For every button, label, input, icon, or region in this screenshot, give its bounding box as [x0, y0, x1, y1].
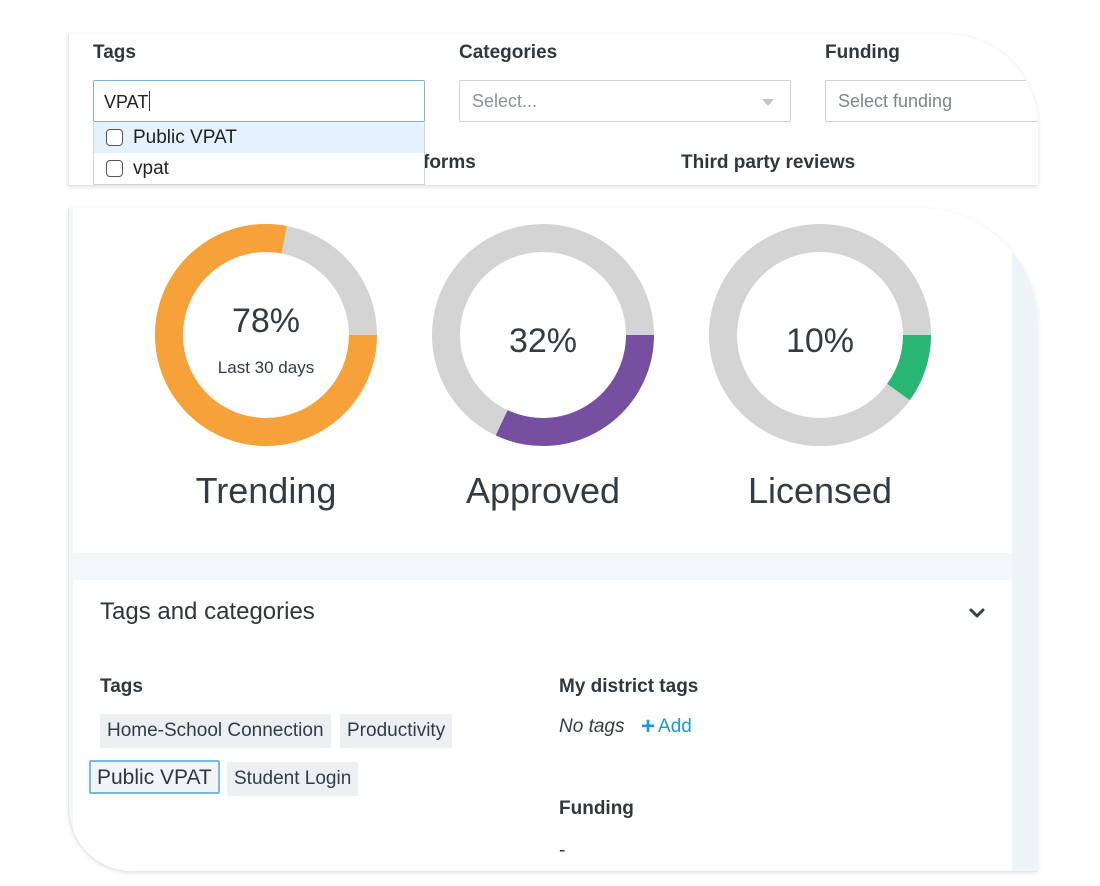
- checkbox[interactable]: [106, 160, 123, 177]
- chevron-down-icon[interactable]: [968, 604, 986, 622]
- tag-chip-selected[interactable]: Public VPAT: [89, 760, 220, 794]
- tags-search-value: VPAT: [104, 92, 149, 112]
- dropdown-option-label: Public VPAT: [133, 126, 237, 148]
- dropdown-option[interactable]: Public VPAT: [94, 122, 424, 153]
- filter-card: Tags Categories Funding VPAT Select... S…: [68, 34, 1038, 186]
- funding-filter-label: Funding: [825, 42, 900, 63]
- text-caret: [149, 91, 151, 111]
- plus-icon: +: [641, 713, 656, 740]
- dropdown-option-label: vpat: [133, 157, 169, 179]
- tags-heading: Tags: [100, 676, 143, 697]
- tag-chip[interactable]: Student Login: [227, 762, 359, 796]
- add-tag-link[interactable]: + Add: [641, 713, 692, 740]
- stats-card: 78% Last 30 days Trending 32% Approved 1…: [68, 208, 1038, 872]
- section-title: Tags and categories: [100, 598, 315, 625]
- trending-caption: Trending: [195, 470, 337, 511]
- tags-dropdown: Public VPAT vpat: [93, 122, 425, 185]
- tags-filter-label: Tags: [93, 42, 136, 63]
- trending-percent: 78%: [231, 302, 301, 340]
- licensed-percent: 10%: [785, 322, 855, 360]
- licensed-caption: Licensed: [747, 470, 893, 511]
- categories-filter-label: Categories: [459, 42, 558, 63]
- third-party-reviews-label: Third party reviews: [681, 152, 856, 173]
- approved-caption: Approved: [465, 470, 621, 511]
- forms-filter-label: forms: [423, 152, 476, 173]
- tags-search-input[interactable]: VPAT: [93, 80, 425, 122]
- district-tags-heading: My district tags: [559, 676, 699, 697]
- tags-categories-panel: Tags and categories Tags Home-School Con…: [73, 580, 1012, 871]
- dropdown-option[interactable]: vpat: [94, 153, 424, 184]
- stats-panel: 78% Last 30 days Trending 32% Approved 1…: [73, 208, 1012, 553]
- tag-chip[interactable]: Home-School Connection: [100, 714, 331, 748]
- funding-value: -: [559, 840, 566, 861]
- tag-chip[interactable]: Productivity: [340, 714, 453, 748]
- no-tags-text: No tags: [559, 716, 625, 737]
- chevron-down-icon[interactable]: [762, 99, 774, 106]
- checkbox[interactable]: [106, 129, 123, 146]
- add-label: Add: [658, 716, 692, 737]
- approved-percent: 32%: [508, 322, 578, 360]
- scroll-area[interactable]: [1012, 208, 1038, 871]
- categories-placeholder: Select...: [472, 91, 538, 111]
- funding-placeholder: Select funding: [838, 91, 953, 111]
- categories-select[interactable]: Select...: [459, 80, 791, 122]
- trending-subtitle: Last 30 days: [217, 358, 315, 377]
- funding-select[interactable]: Select funding: [825, 80, 1038, 122]
- funding-heading: Funding: [559, 798, 634, 819]
